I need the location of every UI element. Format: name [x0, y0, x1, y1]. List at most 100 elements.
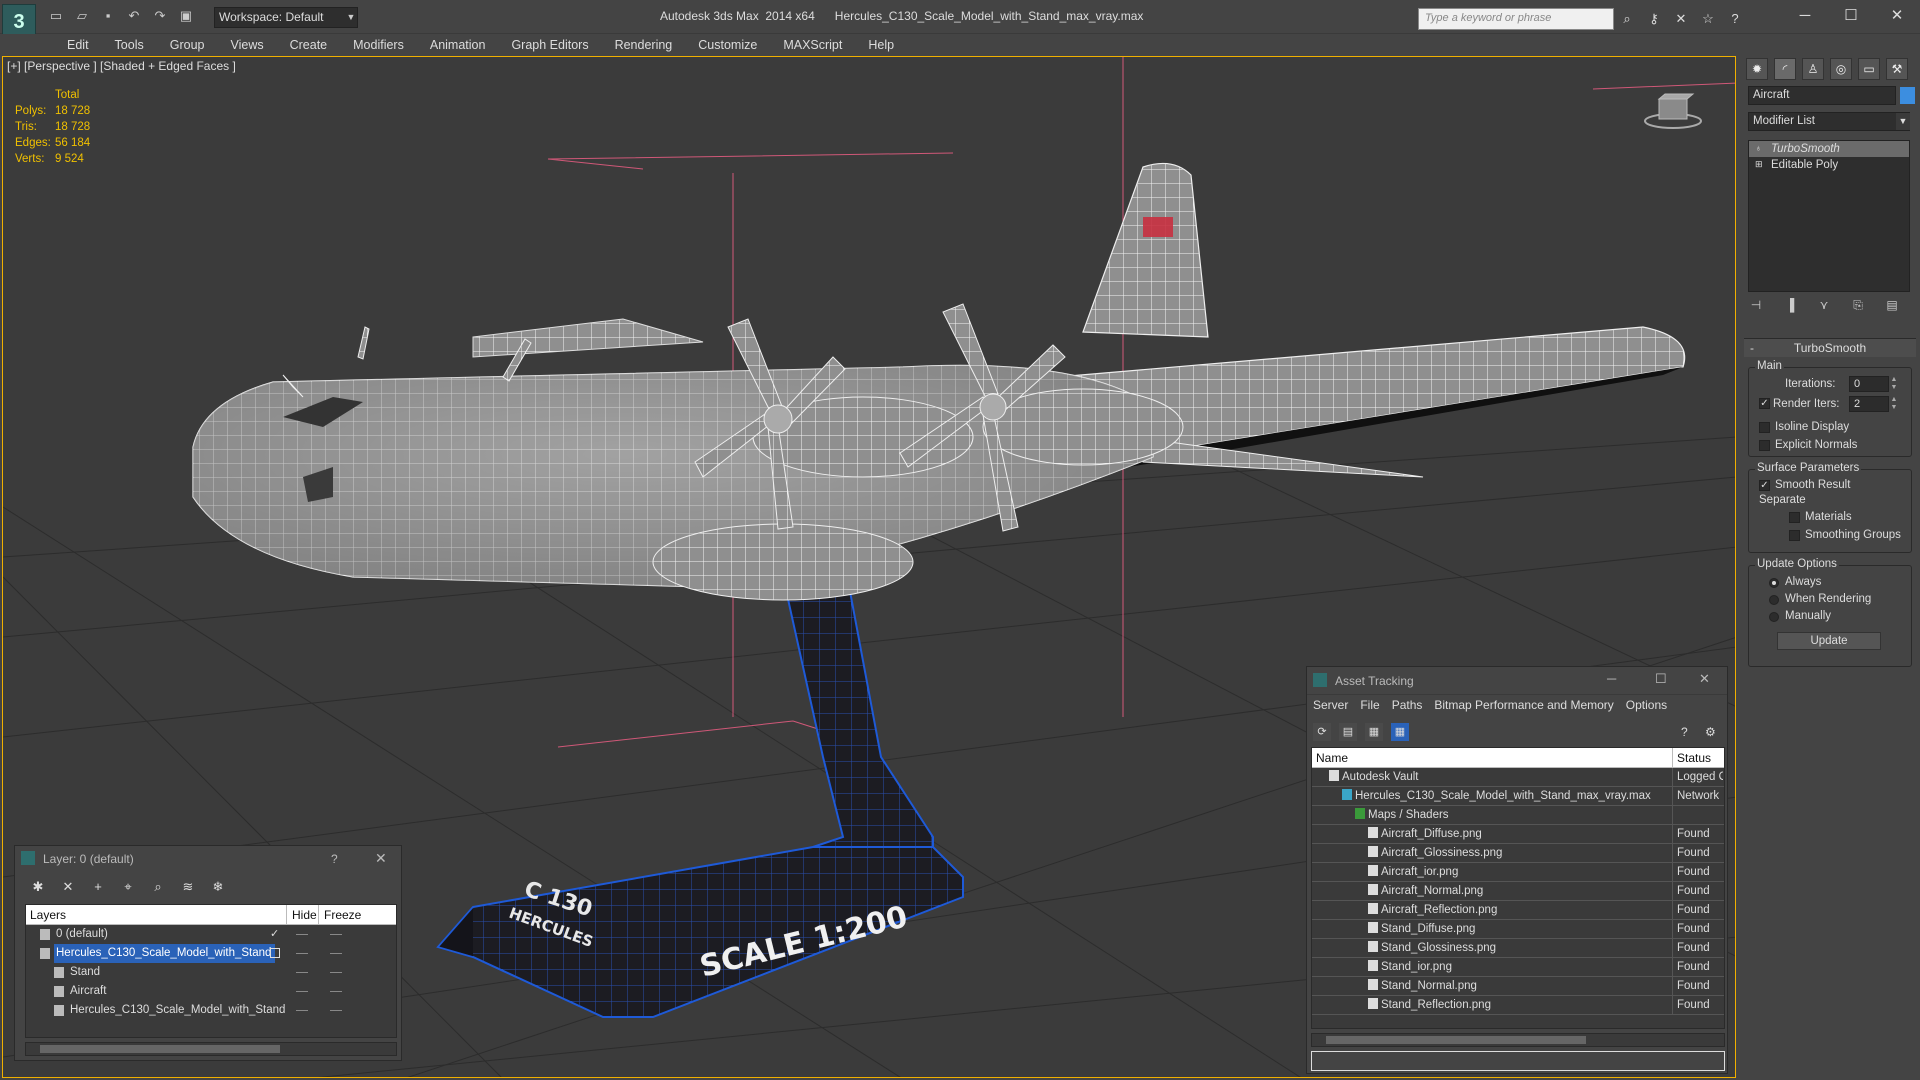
- redo-icon[interactable]: ↷: [152, 8, 168, 24]
- table-row[interactable]: Aircraft_Reflection.png Found: [1312, 901, 1724, 920]
- table-row[interactable]: Stand_Reflection.png Found: [1312, 996, 1724, 1015]
- thumbnail-view-icon[interactable]: ▦: [1365, 723, 1383, 741]
- freeze-toggle[interactable]: [330, 934, 342, 935]
- freeze-toggle[interactable]: [330, 1010, 342, 1011]
- new-file-icon[interactable]: ▭: [48, 8, 64, 24]
- freeze-all-icon[interactable]: ❄: [209, 878, 227, 896]
- menu-file[interactable]: File: [1354, 695, 1385, 715]
- close-icon[interactable]: ✕: [375, 850, 387, 867]
- layer-row[interactable]: 0 (default) ✓: [26, 925, 396, 944]
- stack-item-editable-poly[interactable]: ⊞ Editable Poly: [1749, 157, 1909, 173]
- hierarchy-tab-icon[interactable]: ♙: [1802, 58, 1824, 80]
- viewcube-icon[interactable]: [1643, 91, 1703, 131]
- hide-toggle[interactable]: [296, 972, 308, 973]
- column-hide[interactable]: Hide: [292, 905, 317, 925]
- star-icon[interactable]: ☆: [1699, 10, 1717, 28]
- create-layer-icon[interactable]: ✱: [29, 878, 47, 896]
- path-status-field[interactable]: [1311, 1051, 1725, 1071]
- layer-row[interactable]: Aircraft: [26, 982, 396, 1001]
- motion-tab-icon[interactable]: ◎: [1830, 58, 1852, 80]
- iterations-spinner[interactable]: 0: [1849, 376, 1889, 392]
- menu-create[interactable]: Create: [277, 34, 341, 56]
- render-iters-spinner[interactable]: 2: [1849, 396, 1889, 412]
- spinner-arrows-icon[interactable]: ▲ ▼: [1889, 396, 1899, 412]
- undo-icon[interactable]: ↶: [126, 8, 142, 24]
- when-rendering-radio[interactable]: [1769, 595, 1779, 605]
- scrollbar-thumb[interactable]: [1326, 1036, 1586, 1044]
- freeze-toggle[interactable]: [330, 991, 342, 992]
- search-input[interactable]: Type a keyword or phrase: [1418, 8, 1614, 30]
- lightbulb-icon[interactable]: ♁: [1755, 143, 1763, 154]
- object-name-field[interactable]: Aircraft: [1748, 86, 1896, 105]
- project-folder-icon[interactable]: ▣: [178, 8, 194, 24]
- modify-tab-icon[interactable]: ◜: [1774, 58, 1796, 80]
- menu-customize[interactable]: Customize: [685, 34, 770, 56]
- menu-help[interactable]: Help: [855, 34, 907, 56]
- smoothing-groups-checkbox[interactable]: [1789, 530, 1800, 541]
- expand-plus-icon[interactable]: ⊞: [1755, 159, 1763, 170]
- freeze-toggle[interactable]: [330, 972, 342, 973]
- help-icon[interactable]: ?: [1726, 10, 1744, 28]
- always-radio[interactable]: [1769, 578, 1779, 588]
- table-view-icon[interactable]: ▦: [1391, 723, 1409, 741]
- configure-modifier-sets-icon[interactable]: ▤: [1884, 298, 1900, 314]
- delete-layer-icon[interactable]: ✕: [59, 878, 77, 896]
- exchange-icon[interactable]: ✕: [1672, 10, 1690, 28]
- layer-row[interactable]: Hercules_C130_Scale_Model_with_Stand: [26, 944, 396, 963]
- column-status[interactable]: Status: [1673, 748, 1711, 767]
- materials-checkbox[interactable]: [1789, 512, 1800, 523]
- table-row[interactable]: Stand_Glossiness.png Found: [1312, 939, 1724, 958]
- select-objects-icon[interactable]: ⌖: [119, 878, 137, 896]
- layer-row[interactable]: Hercules_C130_Scale_Model_with_Stand: [26, 1001, 396, 1020]
- viewport-label[interactable]: [+] [Perspective ] [Shaded + Edged Faces…: [7, 59, 236, 73]
- settings-icon[interactable]: ⚙: [1705, 725, 1716, 739]
- menu-group[interactable]: Group: [157, 34, 218, 56]
- menu-paths[interactable]: Paths: [1386, 695, 1429, 715]
- menu-server[interactable]: Server: [1307, 695, 1354, 715]
- minimize-icon[interactable]: ─: [1607, 671, 1616, 686]
- remove-modifier-icon[interactable]: ⎘: [1850, 298, 1866, 314]
- modifier-list-dropdown[interactable]: Modifier List: [1748, 112, 1910, 131]
- open-file-icon[interactable]: ▱: [74, 8, 90, 24]
- menu-graph-editors[interactable]: Graph Editors: [498, 34, 601, 56]
- menu-views[interactable]: Views: [217, 34, 276, 56]
- close-icon[interactable]: ✕: [1874, 0, 1920, 32]
- render-iters-checkbox[interactable]: ✓: [1759, 398, 1770, 409]
- hide-toggle[interactable]: [296, 1010, 308, 1011]
- help-icon[interactable]: ?: [1681, 725, 1688, 739]
- explicit-normals-checkbox[interactable]: [1759, 440, 1770, 451]
- stack-item-turbosmooth[interactable]: ♁ TurboSmooth: [1749, 141, 1909, 157]
- column-name[interactable]: Name: [1312, 748, 1673, 767]
- chevron-down-icon[interactable]: ▼: [1896, 113, 1910, 130]
- highlight-layer-icon[interactable]: ⌕: [149, 878, 167, 896]
- layer-dialog-titlebar[interactable]: Layer: 0 (default) ? ✕: [15, 846, 401, 872]
- maximize-icon[interactable]: ☐: [1655, 671, 1667, 687]
- table-row[interactable]: Aircraft_Diffuse.png Found: [1312, 825, 1724, 844]
- help-icon[interactable]: ?: [331, 852, 338, 866]
- refresh-icon[interactable]: ⟳: [1313, 723, 1331, 741]
- menu-rendering[interactable]: Rendering: [602, 34, 686, 56]
- manually-radio[interactable]: [1769, 612, 1779, 622]
- isoline-display-checkbox[interactable]: [1759, 422, 1770, 433]
- hide-toggle[interactable]: [296, 934, 308, 935]
- maximize-icon[interactable]: ☐: [1828, 0, 1874, 32]
- create-tab-icon[interactable]: ✹: [1746, 58, 1768, 80]
- horizontal-scrollbar[interactable]: [25, 1042, 397, 1056]
- key-icon[interactable]: ⚷: [1645, 10, 1663, 28]
- menu-animation[interactable]: Animation: [417, 34, 499, 56]
- make-unique-icon[interactable]: ⋎: [1816, 298, 1832, 314]
- minimize-icon[interactable]: ─: [1782, 0, 1828, 32]
- show-end-result-icon[interactable]: ▐: [1782, 298, 1798, 314]
- menu-tools[interactable]: Tools: [102, 34, 157, 56]
- menu-options[interactable]: Options: [1620, 695, 1673, 715]
- pin-stack-icon[interactable]: ⊣: [1748, 298, 1764, 314]
- table-row[interactable]: Stand_ior.png Found: [1312, 958, 1724, 977]
- hide-toggle[interactable]: [296, 953, 308, 954]
- table-row[interactable]: Aircraft_Normal.png Found: [1312, 882, 1724, 901]
- collapse-icon[interactable]: -: [1750, 339, 1754, 357]
- close-icon[interactable]: ✕: [1699, 671, 1710, 687]
- scrollbar-thumb[interactable]: [40, 1045, 280, 1053]
- asset-tracking-titlebar[interactable]: Asset Tracking ─ ☐ ✕: [1307, 667, 1727, 695]
- smooth-result-checkbox[interactable]: ✓: [1759, 480, 1770, 491]
- list-view-icon[interactable]: ▤: [1339, 723, 1357, 741]
